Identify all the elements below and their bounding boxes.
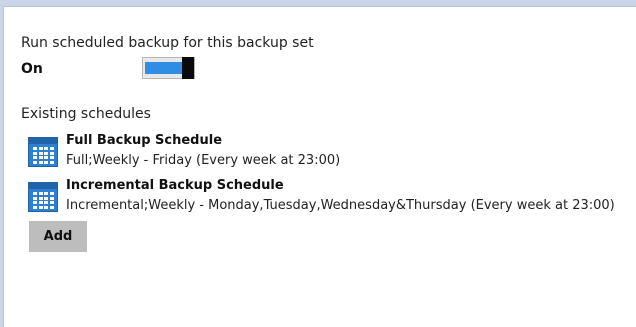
schedule-description: Full;Weekly - Friday (Every week at 23:0… <box>66 153 341 168</box>
toggle-fill <box>145 62 185 74</box>
run-scheduled-backup-toggle[interactable] <box>142 57 195 79</box>
schedule-item-incremental-backup[interactable]: Incremental Backup Schedule Incremental;… <box>28 177 636 217</box>
calendar-icon <box>28 182 58 212</box>
existing-schedules-heading: Existing schedules <box>21 106 151 122</box>
schedule-title[interactable]: Full Backup Schedule <box>66 133 222 148</box>
run-scheduled-backup-label: Run scheduled backup for this backup set <box>21 35 314 51</box>
toggle-knob[interactable] <box>182 57 194 79</box>
add-schedule-button[interactable]: Add <box>29 221 87 252</box>
schedule-settings-panel: Run scheduled backup for this backup set… <box>3 6 636 327</box>
schedule-item-full-backup[interactable]: Full Backup Schedule Full;Weekly - Frida… <box>28 132 636 172</box>
schedule-title[interactable]: Incremental Backup Schedule <box>66 178 284 193</box>
toggle-state-label: On <box>21 61 43 77</box>
calendar-icon <box>28 137 58 167</box>
schedule-description: Incremental;Weekly - Monday,Tuesday,Wedn… <box>66 198 615 213</box>
